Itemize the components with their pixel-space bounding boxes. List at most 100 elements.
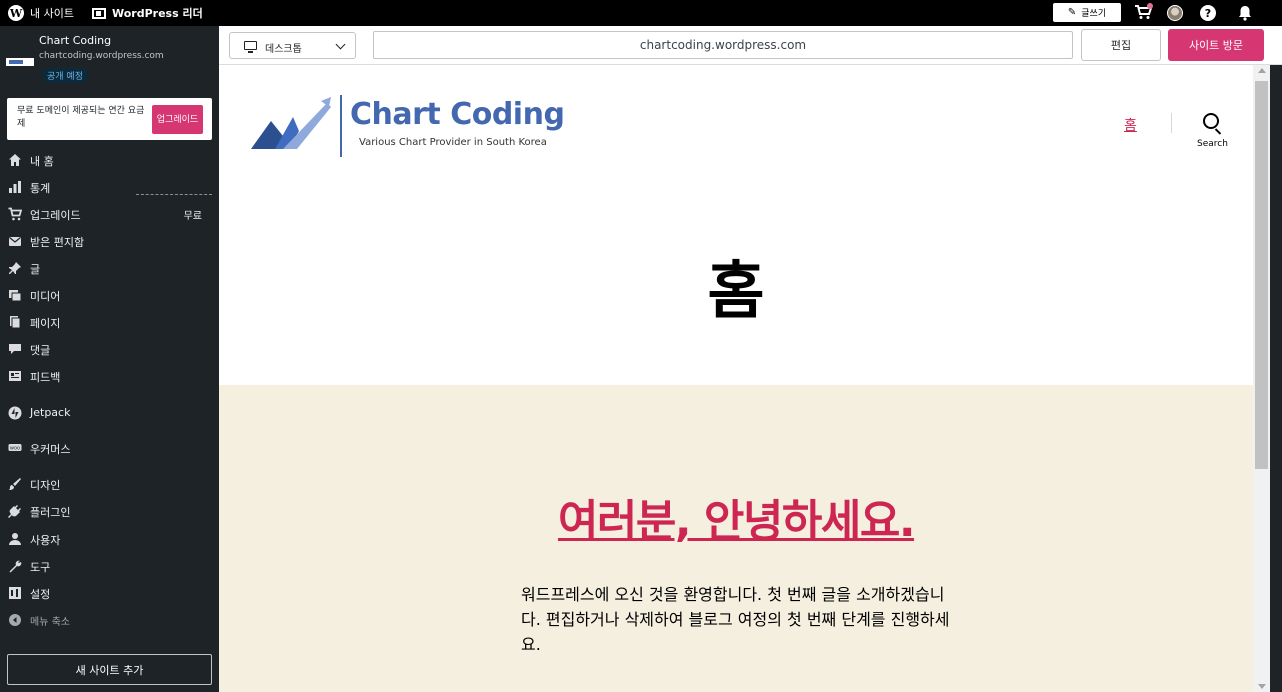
reader-menu[interactable]: WordPress 리더	[92, 0, 203, 26]
sidebar-item-cart[interactable]: 업그레이드 무료	[0, 201, 219, 227]
profile-avatar[interactable]	[1167, 5, 1183, 21]
sidebar-item-feedback[interactable]: 피드백	[0, 363, 219, 389]
mountain-logo-icon	[251, 97, 331, 149]
sidebar-item-media[interactable]: 미디어	[0, 282, 219, 308]
notification-dot	[1147, 3, 1153, 9]
sidebar-item-label: 페이지	[30, 317, 61, 330]
sidebar-item-label: 미디어	[30, 290, 61, 303]
logo-divider	[340, 95, 342, 157]
sidebar-item-label: 도구	[30, 561, 51, 574]
logo-title: Chart Coding	[350, 97, 565, 132]
settings-icon	[8, 586, 22, 600]
stats-icon	[8, 180, 22, 194]
sidebar-item-label: 피드백	[30, 371, 61, 384]
upsell-text: 무료 도메인이 제공되는 연간 요금제	[17, 106, 145, 129]
pin-icon	[8, 261, 22, 275]
wrench-icon	[8, 559, 22, 573]
nav-link-home[interactable]: 홈	[1124, 115, 1137, 135]
help-icon: ?	[1204, 6, 1212, 20]
sidebar-item-label: 우커머스	[30, 443, 71, 456]
status-badge: 공개 예정	[42, 68, 88, 83]
jetpack-icon	[8, 406, 22, 420]
sidebar-item-label: 글	[30, 263, 41, 276]
cart-button[interactable]	[1134, 3, 1153, 22]
sidebar-item-wrench[interactable]: 도구	[0, 553, 219, 579]
sidebar-item-collapse[interactable]: 메뉴 축소	[0, 607, 219, 633]
sidebar-item-extra: 무료	[183, 211, 202, 222]
notifications-button[interactable]	[1238, 5, 1252, 21]
post-section: 여러분, 안녕하세요. 워드프레스에 오신 것을 환영합니다. 첫 번째 글을 …	[219, 385, 1253, 692]
preview-scrollbar[interactable]	[1253, 65, 1270, 692]
sidebar-item-pin[interactable]: 글	[0, 255, 219, 281]
sidebar-item-woo[interactable]: woo 우커머스	[0, 435, 219, 461]
sidebar-item-label: 디자인	[30, 479, 61, 492]
sidebar-item-stats[interactable]: 통계	[0, 174, 219, 200]
sidebar-item-label: 내 홈	[30, 155, 54, 168]
scroll-up-icon[interactable]	[1258, 68, 1266, 73]
upgrade-button[interactable]: 업그레이드	[152, 105, 203, 134]
pages-icon	[8, 315, 22, 329]
page-title: 홈	[707, 254, 765, 327]
sidebar-item-plugin[interactable]: 플러그인	[0, 498, 219, 524]
search-icon-handle	[1214, 128, 1222, 135]
post-title-link[interactable]: 여러분, 안녕하세요.	[219, 485, 1253, 549]
mail-icon	[8, 234, 22, 248]
url-bar[interactable]: chartcoding.wordpress.com	[373, 31, 1073, 59]
visit-site-button[interactable]: 사이트 방문	[1168, 29, 1264, 61]
nav-separator	[1171, 113, 1172, 133]
sidebar-item-jetpack[interactable]: Jetpack	[0, 400, 219, 426]
sidebar-item-label: 통계	[30, 182, 51, 195]
sidebar-item-label: 업그레이드	[30, 209, 81, 222]
sidebar-item-settings[interactable]: 설정	[0, 580, 219, 606]
my-site-menu[interactable]: W 내 사이트	[8, 0, 74, 26]
media-icon	[8, 288, 22, 302]
edit-button[interactable]: 편집	[1081, 29, 1161, 61]
search-label: Search	[1197, 139, 1228, 149]
sidebar-item-pages[interactable]: 페이지	[0, 309, 219, 335]
logo-tagline: Various Chart Provider in South Korea	[359, 137, 547, 148]
write-button[interactable]: ✎ 글쓰기	[1053, 3, 1121, 22]
user-icon	[8, 532, 22, 546]
feather-icon: ✎	[1067, 7, 1077, 18]
device-select[interactable]: 데스크톱	[229, 32, 356, 59]
scroll-down-icon[interactable]	[1258, 684, 1266, 689]
post-body: 워드프레스에 오신 것을 환영합니다. 첫 번째 글을 소개하겠습니다. 편집하…	[521, 585, 950, 654]
search-toggle[interactable]: Search	[1192, 113, 1232, 153]
sidebar-item-brush[interactable]: 디자인	[0, 471, 219, 497]
scroll-thumb[interactable]	[1255, 81, 1268, 469]
search-icon	[1203, 113, 1219, 129]
reader-label: WordPress 리더	[112, 7, 203, 20]
collapse-icon	[8, 613, 22, 627]
admin-bar: W 내 사이트 WordPress 리더 ✎ 글쓰기 ?	[0, 0, 1282, 26]
help-button[interactable]: ?	[1200, 5, 1216, 21]
site-preview: Chart Coding Various Chart Provider in S…	[219, 65, 1253, 692]
site-url: chartcoding.wordpress.com	[39, 51, 164, 61]
home-icon	[8, 153, 22, 167]
sidebar-item-label: Jetpack	[30, 406, 71, 419]
sidebar-item-comment[interactable]: 댓글	[0, 336, 219, 362]
chevron-down-icon	[335, 39, 346, 50]
window-edge	[1270, 65, 1282, 692]
sidebar-item-mail[interactable]: 받은 편지함	[0, 228, 219, 254]
sidebar-item-home[interactable]: 내 홈	[0, 147, 219, 173]
cart-icon	[8, 207, 23, 221]
sidebar-item-user[interactable]: 사용자	[0, 526, 219, 552]
reader-icon	[92, 7, 106, 19]
comment-icon	[8, 342, 22, 356]
bell-icon	[1239, 6, 1251, 21]
write-label: 글쓰기	[1081, 9, 1107, 19]
sidebar: Chart Coding chartcoding.wordpress.com 공…	[0, 26, 219, 692]
brush-icon	[8, 477, 22, 491]
feedback-icon	[8, 369, 22, 383]
sidebar-item-label: 댓글	[30, 344, 51, 357]
wordpress-logo-icon: W	[8, 5, 24, 21]
upsell-banner: 무료 도메인이 제공되는 연간 요금제 업그레이드	[7, 98, 212, 140]
add-site-button[interactable]: 새 사이트 추가	[7, 654, 212, 685]
sidebar-item-label: 메뉴 축소	[30, 617, 70, 628]
site-logo[interactable]: Chart Coding Various Chart Provider in S…	[249, 95, 569, 159]
woo-icon: woo	[8, 441, 22, 455]
sidebar-item-label: 설정	[30, 588, 51, 601]
svg-text:woo: woo	[10, 446, 20, 452]
sidebar-item-label: 플러그인	[30, 506, 71, 519]
sidebar-item-label: 받은 편지함	[30, 236, 85, 249]
